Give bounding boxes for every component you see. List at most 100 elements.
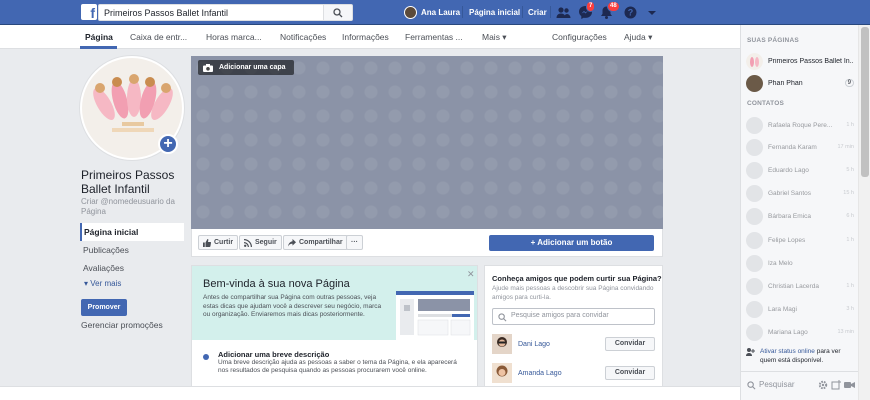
notifications-icon[interactable]: 48 — [599, 1, 620, 20]
contact-item[interactable]: Christian Lacerda 1 h — [746, 275, 854, 297]
add-photo-button[interactable]: + — [158, 134, 178, 154]
like-button[interactable]: Curtir — [198, 235, 239, 250]
messages-badge: 7 — [586, 1, 596, 12]
share-arrow-icon — [288, 238, 296, 246]
online-status-prompt: Ativar status online para ver quem está … — [746, 347, 854, 365]
friend-name-link[interactable]: Dani Lago — [518, 341, 605, 348]
contact-item[interactable]: Lara Magi 3 h — [746, 298, 854, 320]
camera-icon — [203, 63, 213, 72]
new-group-icon[interactable] — [831, 380, 841, 390]
avatar — [746, 300, 763, 318]
contact-item[interactable]: Mariana Lago 13 min — [746, 321, 854, 343]
contact-item[interactable]: Eduardo Lago 5 h — [746, 159, 854, 181]
svg-text:?: ? — [628, 8, 634, 18]
more-options-button[interactable]: ··· — [346, 235, 363, 250]
activate-status-link[interactable]: Ativar status online — [760, 348, 815, 355]
create-link[interactable]: Criar — [528, 8, 547, 17]
avatar — [746, 207, 763, 225]
avatar — [746, 52, 763, 70]
rss-icon — [244, 238, 252, 247]
divider — [522, 6, 523, 18]
facebook-logo[interactable]: f — [81, 4, 97, 20]
page-title[interactable]: Primeiros Passos Ballet Infantil — [81, 168, 186, 196]
contact-item[interactable]: Fernanda Karam 17 min — [746, 136, 854, 158]
share-button[interactable]: Compartilhar — [283, 235, 348, 250]
profile-link[interactable]: Ana Laura — [404, 5, 460, 20]
see-more-link[interactable]: ▾ Ver mais — [84, 279, 121, 288]
search-button[interactable] — [324, 4, 353, 21]
gear-icon[interactable] — [818, 380, 828, 390]
list-item: Amanda Lago Convidar — [492, 362, 655, 384]
manage-promotions-link[interactable]: Gerenciar promoções — [81, 320, 163, 330]
cover-photo-area[interactable] — [191, 56, 663, 229]
tab-notifications[interactable]: Notificações — [280, 32, 326, 42]
avatar — [492, 363, 512, 383]
tab-page[interactable]: Página — [85, 32, 113, 42]
account-menu-chevron-icon[interactable] — [646, 5, 661, 20]
welcome-card: Bem-vinda à sua nova Página Antes de com… — [191, 265, 478, 400]
help-icon[interactable]: ? — [623, 5, 638, 20]
page-illustration — [396, 291, 474, 340]
contact-item[interactable]: Gabriel Santos 15 h — [746, 182, 854, 204]
page-scrollbar[interactable] — [858, 25, 870, 400]
add-cover-button[interactable]: Adicionar uma capa — [198, 60, 294, 75]
invite-search-input[interactable]: Pesquise amigos para convidar — [492, 308, 655, 325]
step-bullet-icon — [203, 354, 209, 360]
thumbs-up-icon — [203, 238, 211, 247]
divider — [550, 6, 551, 18]
tab-inbox[interactable]: Caixa de entr... — [130, 32, 187, 42]
top-navigation-bar: f Primeiros Passos Ballet Infantil Ana L… — [0, 0, 870, 25]
welcome-title: Bem-vinda à sua nova Página — [203, 278, 350, 290]
step-description: Uma breve descrição ajuda as pessoas a s… — [218, 359, 457, 374]
tab-tools[interactable]: Ferramentas ... — [405, 32, 463, 42]
left-nav-home[interactable]: Página inicial — [80, 223, 184, 241]
sidebar-page-item[interactable]: Primeiros Passos Ballet In... — [746, 51, 854, 71]
avatar — [746, 116, 763, 134]
left-nav-posts[interactable]: Publicações — [80, 241, 184, 259]
chat-search-input[interactable]: Pesquisar — [759, 380, 795, 389]
avatar — [746, 254, 763, 272]
messages-icon[interactable]: 7 — [578, 1, 596, 20]
divider — [462, 6, 463, 18]
follow-button[interactable]: Seguir — [239, 235, 282, 250]
create-username-link[interactable]: Criar @nomedeusuario da Página — [81, 197, 186, 217]
promote-button[interactable]: Promover — [81, 299, 127, 316]
invite-friends-card: Conheça amigos que podem curtir sua Pági… — [484, 265, 663, 400]
chat-sidebar: SUAS PÁGINAS Primeiros Passos Ballet In.… — [740, 25, 858, 400]
avatar — [746, 231, 763, 249]
avatar — [746, 184, 763, 202]
friend-requests-icon[interactable] — [556, 5, 571, 20]
contact-item[interactable]: Iza Melo — [746, 252, 854, 274]
contact-item[interactable]: Bárbara Emica 6 h — [746, 205, 854, 227]
avatar — [404, 6, 417, 19]
pages-heading: SUAS PÁGINAS — [747, 37, 799, 44]
list-item: Dani Lago Convidar — [492, 333, 655, 355]
chat-search-bar: Pesquisar — [741, 371, 858, 400]
contact-item[interactable]: Felipe Lopes 1 h — [746, 229, 854, 251]
tab-info[interactable]: Informações — [342, 32, 389, 42]
friend-name-link[interactable]: Amanda Lago — [518, 370, 605, 377]
page-tabs-bar: Página Caixa de entr... Horas marca... N… — [0, 25, 740, 49]
contact-item[interactable]: Rafaela Roque Pere... 1 h — [746, 114, 854, 136]
video-call-icon[interactable] — [844, 380, 855, 390]
welcome-banner: Bem-vinda à sua nova Página Antes de com… — [192, 266, 477, 340]
home-link[interactable]: Página inicial — [469, 8, 520, 17]
scrollbar-thumb[interactable] — [861, 27, 869, 177]
step-title[interactable]: Adicionar uma breve descrição — [218, 350, 329, 359]
avatar — [746, 74, 763, 92]
tab-settings[interactable]: Configurações — [552, 32, 607, 42]
welcome-text: Antes de compartilhar sua Página com out… — [203, 294, 382, 318]
invite-button[interactable]: Convidar — [605, 337, 655, 351]
left-nav-reviews[interactable]: Avaliações — [80, 259, 184, 277]
people-icon — [746, 348, 755, 356]
sidebar-page-item[interactable]: Phan Phan 9 — [746, 73, 854, 93]
add-button-cta[interactable]: + Adicionar um botão — [489, 235, 654, 251]
tab-scheduled[interactable]: Horas marca... — [206, 32, 262, 42]
tab-more[interactable]: Mais ▾ — [482, 32, 507, 43]
invite-button[interactable]: Convidar — [605, 366, 655, 380]
tab-help[interactable]: Ajuda ▾ — [624, 32, 652, 43]
search-icon — [333, 8, 343, 18]
bottom-strip — [0, 386, 740, 400]
search-input[interactable]: Primeiros Passos Ballet Infantil — [98, 4, 324, 21]
close-icon[interactable]: ✕ — [467, 269, 475, 280]
